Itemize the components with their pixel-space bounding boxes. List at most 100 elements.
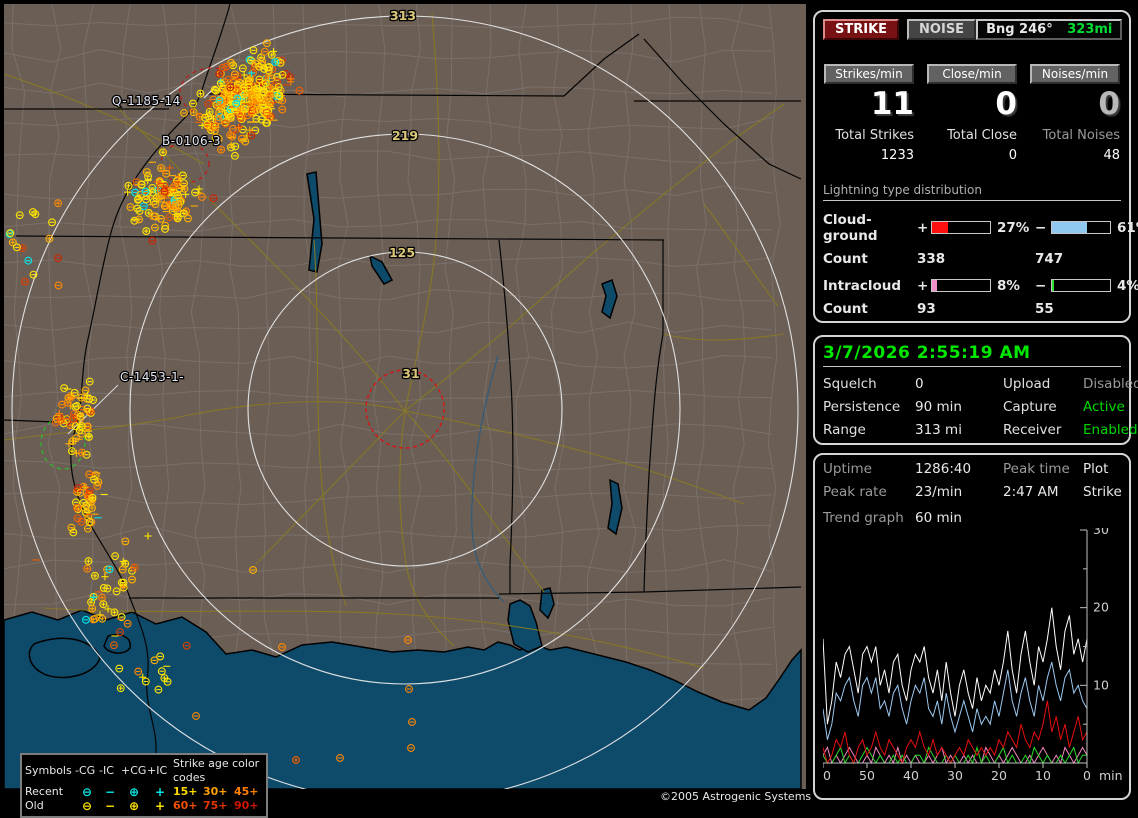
- status-cell: Persistence: [823, 399, 901, 415]
- close-per-min-button[interactable]: Close/min: [927, 64, 1017, 84]
- svg-text:40: 40: [903, 768, 919, 782]
- svg-text:10: 10: [1093, 677, 1109, 692]
- lightning-map[interactable]: 31 125 219 313 Q-1185-14 B-0106-3 C-1453-1- Sy…: [4, 4, 806, 818]
- svg-text:Q-1185-14: Q-1185-14: [112, 94, 181, 108]
- legend-col-cg-neg: -CG: [75, 764, 96, 777]
- map-legend: Symbols -CG -IC +CG +IC Strike age color…: [20, 753, 268, 818]
- session-cell: Plot: [1083, 461, 1109, 477]
- total-close-label: Total Close: [947, 127, 1017, 143]
- legend-age-90: 90+: [234, 799, 259, 812]
- legend-age-75: 75+: [203, 799, 228, 812]
- intracloud-row: Intracloud + 8% − 4%: [823, 277, 1138, 294]
- session-cell: Strike: [1083, 484, 1122, 500]
- svg-text:0: 0: [1083, 768, 1091, 782]
- intracloud-count-row: Count 93 55: [823, 301, 1121, 317]
- noises-column: Noises/min 0 Total Noises 48: [1030, 64, 1120, 163]
- status-grid: Squelch 0 Upload Disabled Persistence 90 min C…: [823, 376, 1138, 438]
- svg-text:C-1453-1-: C-1453-1-: [120, 370, 184, 384]
- cloud-ground-row: Cloud-ground + 27% − 61%: [823, 212, 1138, 244]
- noises-per-min-button[interactable]: Noises/min: [1030, 64, 1120, 84]
- divider: [823, 366, 1121, 367]
- total-noises-value: 48: [1103, 147, 1120, 163]
- status-cell: Disabled: [1083, 376, 1138, 392]
- legend-age-45: 45+: [234, 785, 259, 798]
- ic-positive-pct: 8%: [997, 277, 1020, 294]
- minus-icon: −: [1035, 277, 1047, 294]
- cg-positive-bar: [931, 221, 991, 235]
- plus-icon: +: [154, 785, 166, 799]
- minus-icon: −: [104, 799, 116, 813]
- strike-indicator-button[interactable]: STRIKE: [823, 19, 900, 40]
- legend-recent-label: Recent: [25, 785, 64, 798]
- trend-graph-label: Trend graph: [823, 510, 904, 526]
- session-cell: 1286:40: [915, 461, 972, 477]
- legend-header-row: Symbols -CG -IC +CG +IC Strike age color…: [25, 757, 263, 785]
- cg-negative-pct: 61%: [1117, 219, 1138, 236]
- svg-text:30: 30: [1093, 528, 1109, 537]
- minus-icon: −: [1035, 219, 1047, 236]
- status-cell: Active: [1083, 399, 1125, 415]
- session-cell: Peak time: [1003, 461, 1070, 477]
- svg-text:30: 30: [947, 768, 963, 782]
- session-cell: Peak rate: [823, 484, 887, 500]
- circle-minus-icon: ⊖: [81, 785, 93, 799]
- status-cell: 90 min: [915, 399, 962, 415]
- legend-old-row: Old ⊖ − ⊕ + 60+ 75+ 90+: [25, 799, 263, 813]
- noises-rate-value: 0: [1098, 86, 1120, 122]
- status-cell: Enabled: [1083, 422, 1138, 438]
- status-cell: Receiver: [1003, 422, 1062, 438]
- strikes-column: Strikes/min 11 Total Strikes 1233: [824, 64, 914, 163]
- svg-text:min: min: [1099, 768, 1123, 782]
- plus-icon: +: [917, 219, 929, 236]
- strikes-per-min-button[interactable]: Strikes/min: [824, 64, 914, 84]
- noise-indicator-button[interactable]: NOISE: [907, 19, 977, 40]
- legend-old-label: Old: [25, 799, 44, 812]
- status-cell: Range: [823, 422, 866, 438]
- status-panel: 3/7/2026 2:55:19 AM Squelch 0 Upload Disabl…: [813, 335, 1138, 445]
- plus-icon: +: [917, 277, 929, 294]
- status-cell: 313 mi: [915, 422, 962, 438]
- legend-col-ic-pos: +IC: [147, 764, 168, 777]
- ic-negative-bar: [1051, 279, 1111, 293]
- plus-icon: +: [154, 799, 166, 813]
- count-label: Count: [823, 250, 868, 267]
- cg-negative-count: 747: [1035, 250, 1064, 267]
- total-noises-label: Total Noises: [1042, 127, 1120, 143]
- circle-minus-icon: ⊖: [81, 799, 93, 813]
- session-panel: Uptime 1286:40 Peak time Plot Peak rate 23/mi…: [813, 453, 1131, 800]
- session-cell: 2:47 AM: [1003, 484, 1059, 500]
- ic-positive-count: 93: [917, 300, 936, 317]
- status-cell: Upload: [1003, 376, 1051, 392]
- strikes-rate-value: 11: [870, 86, 914, 122]
- svg-text:31: 31: [402, 366, 419, 381]
- cg-negative-bar: [1051, 221, 1111, 235]
- close-rate-value: 0: [995, 86, 1017, 122]
- svg-text:60: 60: [823, 768, 831, 782]
- datetime-display: 3/7/2026 2:55:19 AM: [823, 343, 1031, 363]
- svg-text:B-0106-3: B-0106-3: [162, 134, 221, 148]
- intracloud-label: Intracloud: [823, 277, 902, 294]
- legend-age-title: Strike age color codes: [173, 757, 260, 784]
- cloud-ground-count-row: Count 338 747: [823, 251, 1121, 267]
- minus-icon: −: [104, 785, 116, 799]
- total-close-value: 0: [1008, 147, 1017, 163]
- trend-graph: 10 20 30 60 50 40 30 20 10 0 min: [815, 522, 1123, 783]
- session-grid: Uptime 1286:40 Peak time Plot Peak rate 23/mi…: [823, 461, 1122, 500]
- bearing-range-value: 323mi: [1067, 22, 1113, 37]
- session-cell: Uptime: [823, 461, 872, 477]
- legend-symbols-title: Symbols: [25, 764, 72, 777]
- legend-age-30: 30+: [203, 785, 228, 798]
- circle-plus-icon: ⊕: [128, 799, 140, 813]
- ic-negative-count: 55: [1035, 300, 1054, 317]
- svg-text:50: 50: [859, 768, 875, 782]
- map-canvas: 31 125 219 313 Q-1185-14 B-0106-3 C-1453-1-: [4, 4, 806, 789]
- status-cell: Squelch: [823, 376, 877, 392]
- count-label: Count: [823, 300, 868, 317]
- trend-graph-row: Trend graph 60 min: [823, 510, 1121, 526]
- circle-plus-icon: ⊕: [128, 785, 140, 799]
- ic-negative-pct: 4%: [1117, 277, 1138, 294]
- bearing-readout: Bng 246° 323mi: [976, 19, 1123, 40]
- cg-positive-pct: 27%: [997, 219, 1030, 236]
- legend-col-cg-pos: +CG: [121, 764, 147, 777]
- total-strikes-value: 1233: [880, 147, 914, 163]
